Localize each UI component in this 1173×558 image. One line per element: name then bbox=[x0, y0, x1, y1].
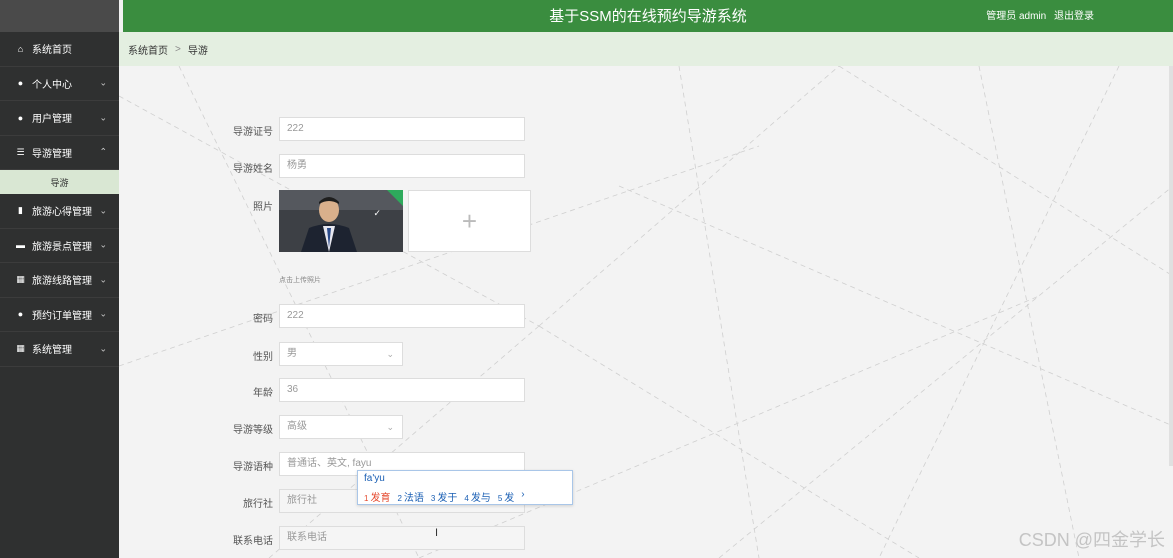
ticket-icon: ▬ bbox=[16, 240, 25, 251]
upload-photo-button[interactable]: + bbox=[408, 190, 531, 252]
password-label: 密码 bbox=[253, 314, 273, 325]
selected-corner bbox=[387, 190, 403, 206]
sidebar-item-attractions[interactable]: ▬ 旅游景点管理 ⌄ bbox=[0, 229, 119, 263]
level-select[interactable]: 高级 ⌄ bbox=[279, 415, 403, 439]
sidebar-subitem-guide[interactable]: 导游 bbox=[0, 170, 119, 194]
chevron-down-icon: ⌄ bbox=[386, 422, 394, 432]
ime-candidate-popup: fa'yu 1 发育 2 法语 3 发于 4 发与 5发 › bbox=[357, 470, 573, 505]
sidebar-item-orders[interactable]: ● 预约订单管理 ⌄ bbox=[0, 298, 119, 332]
photo-label: 照片 bbox=[253, 202, 273, 213]
check-icon: ✓ bbox=[373, 208, 381, 218]
sidebar-item-system[interactable]: ▦ 系统管理 ⌄ bbox=[0, 332, 119, 367]
portrait-photo bbox=[279, 190, 403, 252]
ime-candidate[interactable]: 3 发于 bbox=[431, 489, 457, 504]
sidebar-item-user-management[interactable]: ● 用户管理 ⌄ bbox=[0, 101, 119, 136]
breadcrumb-home[interactable]: 系统首页 bbox=[128, 42, 168, 57]
password-input[interactable]: 222 bbox=[279, 304, 525, 328]
phone-input[interactable]: 联系电话 bbox=[279, 526, 525, 550]
chevron-down-icon: ⌄ bbox=[99, 343, 107, 354]
ime-candidate-list: 1 发育 2 法语 3 发于 4 发与 5发 › bbox=[364, 489, 532, 504]
photo-thumbnail[interactable]: ✓ bbox=[279, 190, 403, 252]
sidebar-item-home[interactable]: ⌂ 系统首页 bbox=[0, 32, 119, 67]
age-input[interactable]: 36 bbox=[279, 378, 525, 402]
agency-label: 旅行社 bbox=[243, 499, 273, 510]
chevron-down-icon: ⌄ bbox=[99, 112, 107, 123]
ime-composition: fa'yu bbox=[364, 473, 385, 484]
level-label: 导游等级 bbox=[233, 425, 273, 436]
sidebar-item-travel-notes[interactable]: ▮ 旅游心得管理 ⌄ bbox=[0, 194, 119, 229]
guide-no-input[interactable]: 222 bbox=[279, 117, 525, 141]
form-row-level: 导游等级 高级 ⌄ bbox=[119, 415, 539, 439]
age-label: 年龄 bbox=[253, 388, 273, 399]
breadcrumb: 系统首页 > 导游 bbox=[119, 32, 1173, 66]
current-user: 管理员 admin bbox=[986, 11, 1047, 22]
form-row-password: 密码 222 bbox=[119, 304, 539, 328]
gender-select[interactable]: 男 ⌄ bbox=[279, 342, 403, 366]
bulb-icon: ● bbox=[17, 309, 24, 320]
chevron-down-icon: ⌄ bbox=[386, 349, 394, 359]
grid-icon: ▦ bbox=[16, 274, 25, 285]
breadcrumb-separator: > bbox=[175, 43, 181, 55]
sidebar-item-label: 旅游心得管理 bbox=[32, 207, 92, 219]
user-icon: ● bbox=[17, 112, 24, 123]
upload-hint: 点击上传照片 bbox=[279, 277, 321, 284]
page-scrollbar[interactable] bbox=[1169, 66, 1173, 466]
sidebar-item-routes[interactable]: ▦ 旅游线路管理 ⌄ bbox=[0, 263, 119, 298]
chevron-down-icon: ⌄ bbox=[99, 308, 107, 319]
home-icon: ⌂ bbox=[17, 43, 24, 54]
sidebar-item-personal-center[interactable]: ● 个人中心 ⌄ bbox=[0, 67, 119, 101]
gender-label: 性别 bbox=[253, 352, 273, 363]
form-row-phone: 联系电话 联系电话 bbox=[119, 526, 539, 550]
logout-link[interactable]: 退出登录 bbox=[1054, 11, 1094, 22]
sidebar: ⌂ 系统首页 ● 个人中心 ⌄ ● 用户管理 ⌄ ☰ 导游管理 ⌃ 导游 ▮ 旅… bbox=[0, 0, 119, 558]
sliders-icon: ☰ bbox=[16, 146, 25, 157]
phone-label: 联系电话 bbox=[233, 536, 273, 547]
form-row-guide-no: 导游证号 222 bbox=[119, 117, 539, 141]
language-label: 导游语种 bbox=[233, 462, 273, 473]
text-cursor-icon: I bbox=[435, 527, 439, 539]
sidebar-logo-area bbox=[0, 0, 119, 32]
level-value: 高级 bbox=[287, 421, 307, 432]
sidebar-item-label: 预约订单管理 bbox=[32, 310, 92, 322]
grid-icon: ▦ bbox=[16, 343, 25, 354]
chevron-down-icon: ⌄ bbox=[99, 274, 107, 285]
user-icon: ● bbox=[17, 78, 24, 89]
sidebar-item-label: 个人中心 bbox=[32, 79, 72, 91]
chevron-down-icon: ⌄ bbox=[99, 205, 107, 216]
sidebar-item-label: 旅游线路管理 bbox=[32, 276, 92, 288]
ime-next-page-icon[interactable]: › bbox=[521, 489, 524, 504]
main-content: 导游证号 222 导游姓名 杨勇 照片 ✓ + 点击上传照片 密码 222 性别… bbox=[119, 66, 1173, 558]
form-row-age: 年龄 36 bbox=[119, 378, 539, 402]
ime-candidate[interactable]: 2 法语 bbox=[397, 489, 423, 504]
sidebar-item-label: 用户管理 bbox=[32, 114, 72, 126]
notebook-icon: ▮ bbox=[18, 205, 23, 216]
guide-name-label: 导游姓名 bbox=[233, 164, 273, 175]
form-row-gender: 性别 男 ⌄ bbox=[119, 342, 539, 366]
ime-candidate[interactable]: 5发 bbox=[498, 489, 514, 504]
gender-value: 男 bbox=[287, 348, 297, 359]
sidebar-item-guide-management[interactable]: ☰ 导游管理 ⌃ bbox=[0, 136, 119, 170]
sidebar-item-label: 导游管理 bbox=[32, 148, 72, 160]
sidebar-item-label: 旅游景点管理 bbox=[32, 241, 92, 253]
sidebar-item-label: 系统首页 bbox=[32, 45, 72, 57]
chevron-up-icon: ⌃ bbox=[99, 146, 107, 157]
form-row-guide-name: 导游姓名 杨勇 bbox=[119, 154, 539, 178]
chevron-down-icon: ⌄ bbox=[99, 239, 107, 250]
header-bar: 基于SSM的在线预约导游系统 管理员 admin 退出登录 bbox=[123, 0, 1173, 32]
chevron-down-icon: ⌄ bbox=[99, 77, 107, 88]
sidebar-item-label: 系统管理 bbox=[32, 345, 72, 357]
guide-no-label: 导游证号 bbox=[233, 127, 273, 138]
breadcrumb-current: 导游 bbox=[187, 45, 208, 57]
ime-candidate[interactable]: 4 发与 bbox=[464, 489, 490, 504]
watermark: CSDN @四金学长 bbox=[1018, 530, 1165, 550]
plus-icon: + bbox=[461, 205, 478, 236]
guide-name-input[interactable]: 杨勇 bbox=[279, 154, 525, 178]
user-info: 管理员 admin 退出登录 bbox=[981, 7, 1094, 22]
ime-candidate[interactable]: 1 发育 bbox=[364, 489, 390, 504]
